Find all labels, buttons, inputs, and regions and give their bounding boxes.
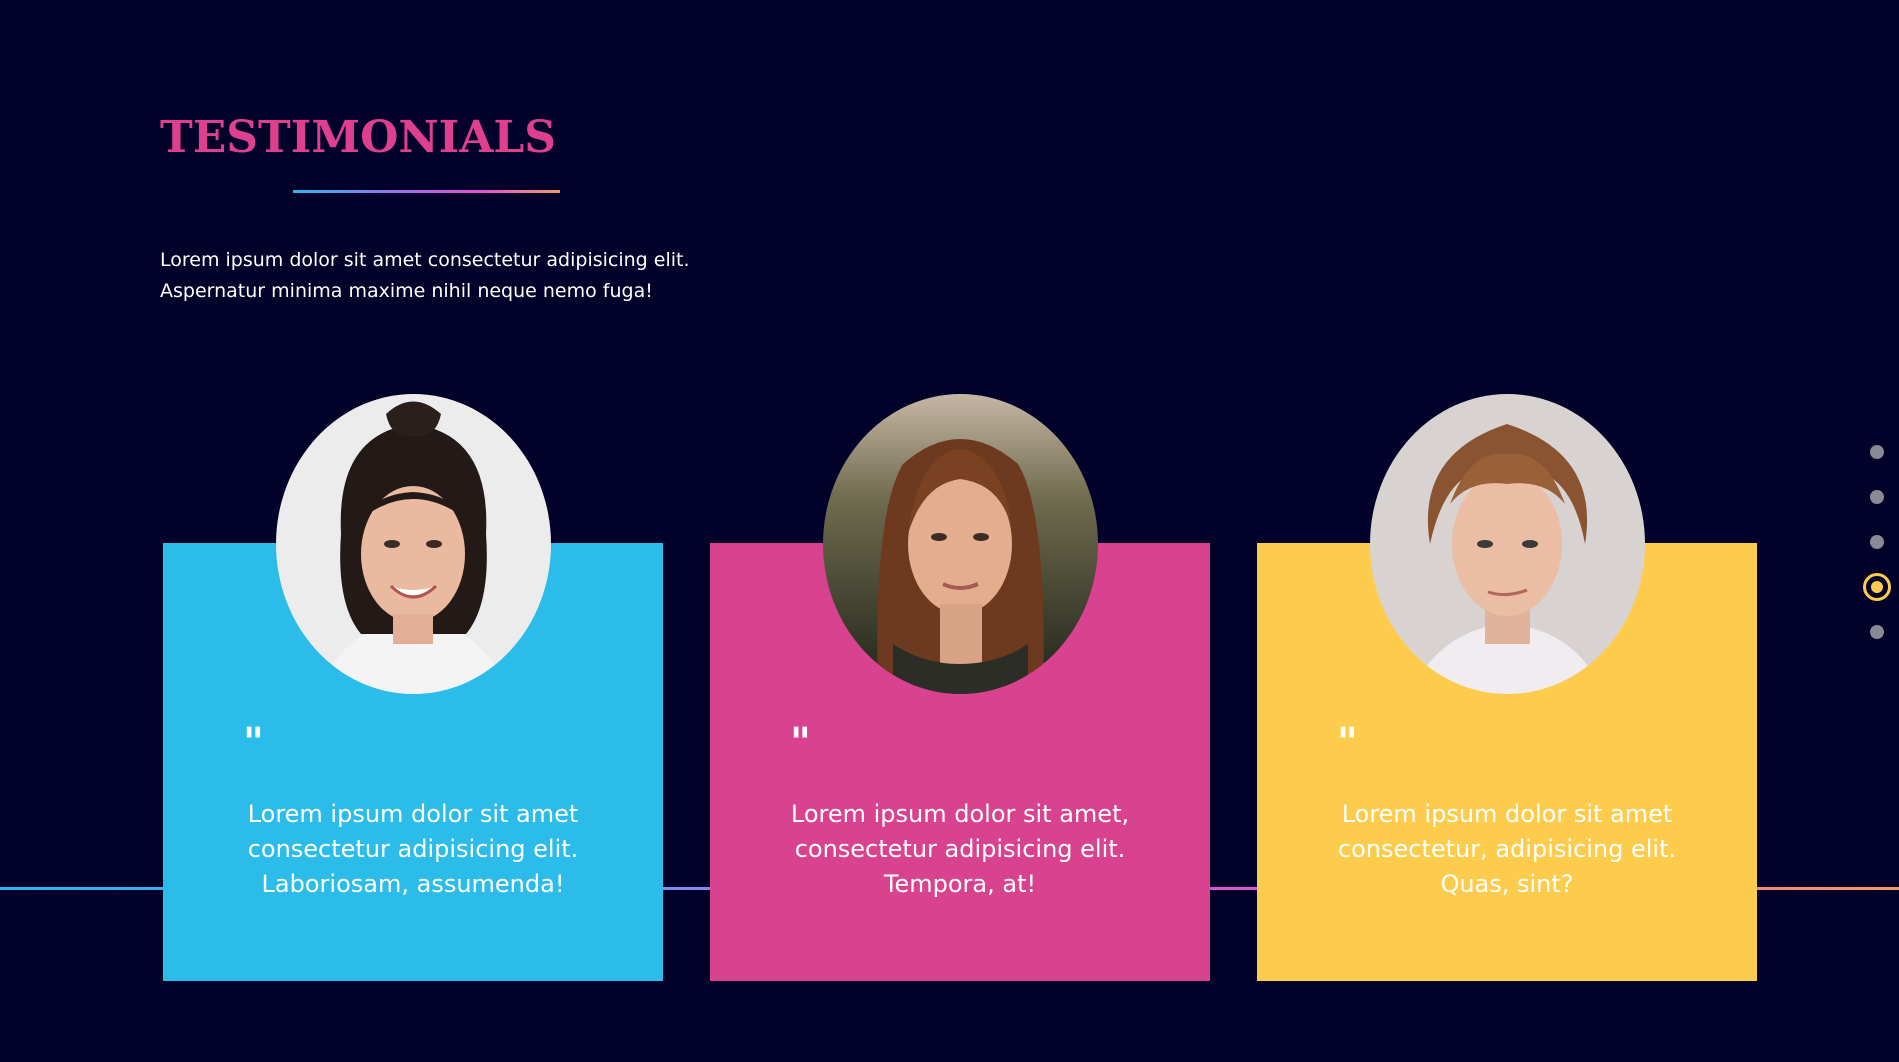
quote-icon: " [243, 719, 264, 766]
testimonial-card: " Lorem ipsum dolor sit amet, consectetu… [710, 394, 1210, 981]
quote-icon: " [1337, 719, 1358, 766]
avatar-photo-woman-long-hair [823, 394, 1098, 694]
testimonial-line: Lorem ipsum dolor sit amet, [790, 800, 1130, 828]
intro-line: Lorem ipsum dolor sit amet consectetur a… [160, 249, 690, 271]
testimonial-line: Lorem ipsum dolor sit amet [247, 800, 579, 828]
testimonial-card: " Lorem ipsum dolor sit amet consectetur… [1257, 394, 1757, 981]
pagination-dot-3[interactable] [1870, 535, 1884, 549]
testimonial-text: Lorem ipsum dolor sit amet consectetur a… [203, 797, 623, 902]
intro-line: Aspernatur minima maxime nihil neque nem… [160, 280, 653, 302]
pagination-dot-1[interactable] [1870, 445, 1884, 459]
avatar [1370, 394, 1645, 694]
testimonial-card: " Lorem ipsum dolor sit amet consectetur… [163, 394, 663, 981]
pagination-dot-4-active[interactable] [1863, 573, 1891, 601]
testimonial-line: Quas, sint? [1440, 870, 1574, 898]
testimonials-section: TESTIMONIALS Lorem ipsum dolor sit amet … [0, 0, 1899, 1062]
testimonial-text: Lorem ipsum dolor sit amet, consectetur … [750, 797, 1170, 902]
quote-icon: " [790, 719, 811, 766]
section-intro: Lorem ipsum dolor sit amet consectetur a… [160, 245, 720, 307]
testimonial-text: Lorem ipsum dolor sit amet consectetur, … [1297, 797, 1717, 902]
testimonial-line: consectetur, adipisicing elit. [1337, 835, 1677, 863]
section-title: TESTIMONIALS [160, 112, 557, 163]
testimonial-line: Laboriosam, assumenda! [261, 870, 565, 898]
testimonial-line: consectetur adipisicing elit. [247, 835, 579, 863]
testimonial-line: consectetur adipisicing elit. [794, 835, 1126, 863]
testimonial-line: Tempora, at! [883, 870, 1037, 898]
avatar [276, 394, 551, 694]
pagination-dot-5[interactable] [1870, 625, 1884, 639]
pagination-dot-2[interactable] [1870, 490, 1884, 504]
avatar-photo-man-curly-hair [1370, 394, 1645, 694]
testimonial-line: Lorem ipsum dolor sit amet [1341, 800, 1673, 828]
title-underline [293, 190, 560, 193]
avatar-photo-woman-dark-hair [276, 394, 551, 694]
avatar [823, 394, 1098, 694]
